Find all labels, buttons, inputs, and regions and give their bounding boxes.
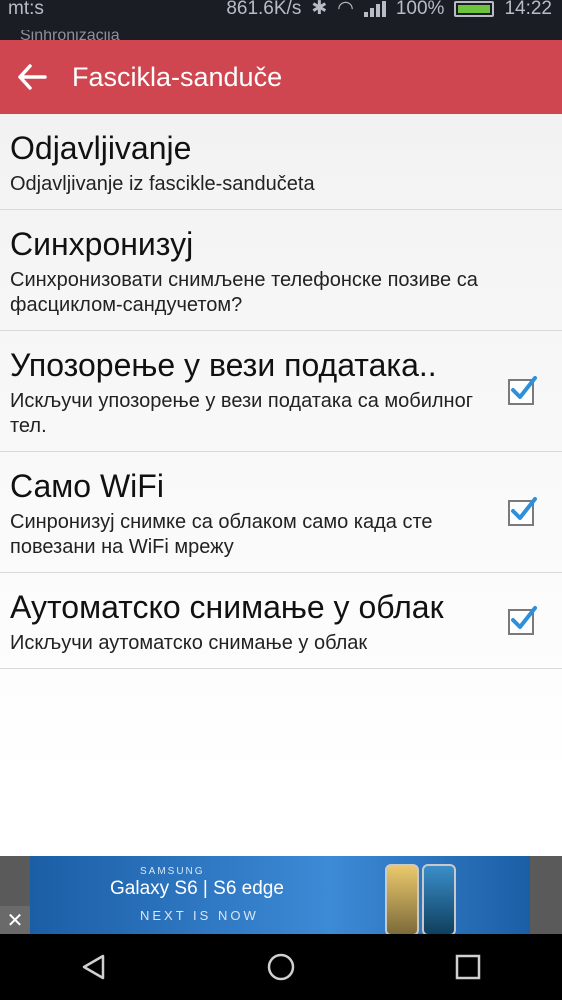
navigation-bar (0, 934, 562, 1000)
carrier-label: mt:s (8, 0, 44, 19)
nav-back-button[interactable] (64, 937, 124, 997)
arrow-left-icon (18, 64, 47, 90)
setting-title: Синхронизуј (10, 226, 194, 262)
clock: 14:22 (504, 0, 552, 19)
setting-title: Аутоматско снимање у облак (10, 589, 444, 625)
ad-close-button[interactable]: ✕ (0, 906, 30, 934)
ad-brand: SAMSUNG (140, 866, 205, 877)
network-speed: 861.6K/s (226, 0, 302, 19)
setting-auto-upload[interactable]: Аутоматско снимање у облак Искључи аутом… (0, 573, 562, 669)
circle-home-icon (267, 953, 295, 981)
bluetooth-icon: ✱ (311, 0, 328, 19)
checkmark-icon (511, 605, 537, 629)
checkmark-icon (511, 376, 537, 399)
wifi-only-checkbox[interactable] (508, 497, 537, 526)
wifi-icon: ◠ (337, 0, 354, 19)
back-button[interactable] (2, 40, 62, 114)
ad-model: Galaxy S6 | S6 edge (110, 878, 284, 899)
page-title: Fascikla-sanduče (72, 61, 283, 92)
setting-subtitle: Синхронизовати снимљене телефонске позив… (10, 269, 478, 316)
phone-image (422, 864, 456, 936)
signal-icon (363, 1, 386, 17)
triangle-back-icon (82, 954, 104, 980)
ad-tagline: NEXT IS NOW (140, 908, 259, 923)
data-warning-checkbox[interactable] (508, 376, 537, 405)
status-icons: 861.6K/s ✱ ◠ 100% 14:22 (226, 0, 552, 18)
setting-subtitle: Синронизуј снимке са облаком само када с… (10, 511, 433, 558)
setting-sync[interactable]: Синхронизуј Синхронизовати снимљене теле… (0, 210, 562, 331)
setting-title: Odjavljivanje (10, 130, 192, 166)
battery-level: 100% (395, 0, 445, 19)
square-recents-icon (456, 954, 481, 980)
app-bar: Fascikla-sanduče (0, 40, 562, 114)
setting-logout[interactable]: Odjavljivanje Odjavljivanje iz fascikle-… (0, 114, 562, 210)
auto-upload-checkbox[interactable] (508, 605, 537, 635)
setting-subtitle: Искључи упозорење у вези података са моб… (10, 390, 474, 437)
setting-subtitle: Odjavljivanje iz fascikle-sandučeta (10, 173, 315, 195)
phone-image (385, 864, 419, 936)
setting-title: Упозорење у вези података.. (10, 347, 437, 383)
setting-wifi-only[interactable]: Само WiFi Синронизуј снимке са облаком с… (0, 452, 562, 573)
nav-home-button[interactable] (251, 937, 311, 997)
checkmark-icon (511, 497, 537, 520)
ad-banner[interactable]: SAMSUNG Galaxy S6 | S6 edge NEXT IS NOW … (0, 856, 562, 936)
battery-icon (454, 1, 495, 17)
setting-subtitle: Искључи аутоматско снимање у облак (10, 632, 368, 654)
notification-peek: Sinhronizacija (20, 30, 120, 40)
ad-content[interactable]: SAMSUNG Galaxy S6 | S6 edge NEXT IS NOW (30, 856, 530, 936)
settings-list: Odjavljivanje Odjavljivanje iz fascikle-… (0, 114, 562, 856)
setting-title: Само WiFi (10, 468, 164, 504)
status-bar: mt:s 861.6K/s ✱ ◠ 100% 14:22 Sinhronizac… (0, 0, 562, 40)
setting-data-warning[interactable]: Упозорење у вези података.. Искључи упоз… (0, 331, 562, 452)
nav-recents-button[interactable] (438, 937, 498, 997)
